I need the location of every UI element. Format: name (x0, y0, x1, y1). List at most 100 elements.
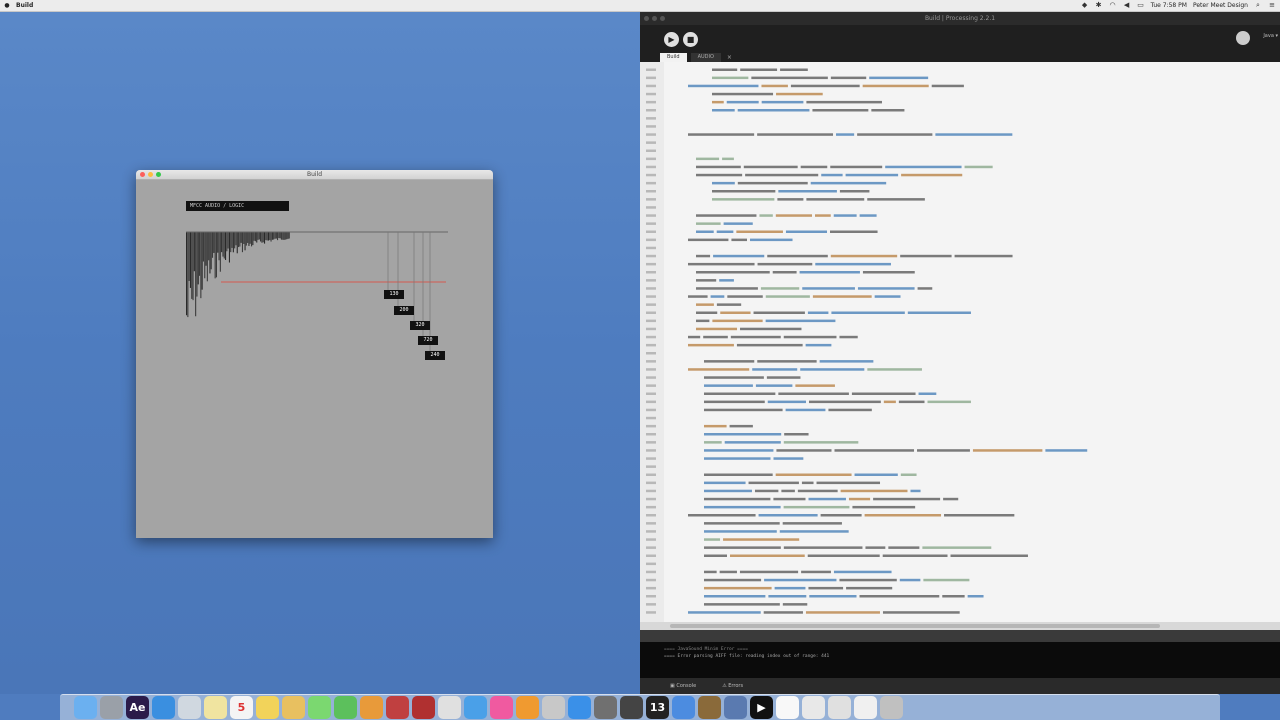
code-editor[interactable] (640, 62, 1280, 622)
close-icon[interactable] (644, 16, 649, 21)
tab-audio[interactable]: AUDIO (690, 53, 721, 62)
photo-booth-icon[interactable] (386, 696, 409, 719)
sketch-titlebar[interactable]: Build (136, 170, 493, 180)
zoom-icon[interactable] (156, 172, 161, 177)
code-token (807, 311, 829, 314)
bluetooth-icon[interactable]: ✱ (1095, 1, 1103, 9)
code-token (927, 400, 971, 404)
dropbox-icon[interactable]: ◆ (1081, 1, 1089, 9)
line-number (646, 522, 656, 525)
finder-icon[interactable] (74, 696, 97, 719)
books-icon[interactable] (360, 696, 383, 719)
code-token (869, 76, 929, 80)
apple-menu-icon[interactable]: ● (2, 2, 12, 9)
play-icon[interactable]: ▶ (750, 696, 773, 719)
notes-icon[interactable] (204, 696, 227, 719)
code-token (704, 441, 722, 444)
line-number (646, 546, 656, 549)
notification-center-icon[interactable]: ≡ (1268, 1, 1276, 9)
code-token (761, 84, 788, 88)
line-number (646, 303, 656, 306)
tab-build[interactable]: Build (660, 53, 687, 62)
minimize-icon[interactable] (652, 16, 657, 21)
safari-icon[interactable] (152, 696, 175, 719)
stickies-icon[interactable] (256, 696, 279, 719)
horizontal-scrollbar[interactable] (640, 622, 1280, 630)
app-menu[interactable]: Build (16, 2, 33, 9)
spectrum-bar (245, 232, 247, 246)
automator-icon[interactable] (542, 696, 565, 719)
spectrum-bar (251, 232, 253, 247)
spectrum-bar (192, 232, 194, 301)
folder-icon[interactable] (802, 696, 825, 719)
mail-icon[interactable] (464, 696, 487, 719)
spectrum-bar (197, 232, 199, 285)
calendar-icon[interactable]: 5 (230, 696, 253, 719)
mode-selector-icon[interactable] (1236, 31, 1250, 45)
calculator-icon[interactable] (620, 696, 643, 719)
13-icon[interactable]: 13 (646, 696, 669, 719)
system-preferences-icon[interactable] (594, 696, 617, 719)
mode-label[interactable]: Java ▾ (1263, 33, 1278, 39)
code-token (737, 109, 810, 112)
chrome-icon[interactable] (438, 696, 461, 719)
code-token (782, 522, 842, 525)
document-icon[interactable] (776, 696, 799, 719)
archive-icon[interactable] (698, 696, 721, 719)
line-number (646, 238, 656, 242)
zoom-icon[interactable] (660, 16, 665, 21)
code-token (731, 238, 748, 242)
puzzle-icon[interactable] (412, 696, 435, 719)
chrome2-icon[interactable] (672, 696, 695, 719)
spectrum-bar (193, 232, 195, 272)
stop-button[interactable]: ■ (683, 32, 698, 47)
ibooks-icon[interactable] (516, 696, 539, 719)
editor-titlebar[interactable]: Build | Processing 2.2.1 (640, 12, 1280, 25)
messages-icon[interactable] (308, 696, 331, 719)
preview-icon[interactable] (178, 696, 201, 719)
spectrum-bar (252, 232, 254, 246)
after-effects-icon[interactable]: Ae (126, 696, 149, 719)
code-token (767, 254, 828, 258)
itunes-icon[interactable] (490, 696, 513, 719)
spectrum-bar (226, 232, 228, 252)
code-token (704, 546, 781, 549)
code-token (719, 279, 734, 282)
code-token (942, 595, 965, 598)
line-number (646, 84, 656, 88)
document2-icon[interactable] (828, 696, 851, 719)
clock[interactable]: Tue 7:58 PM (1151, 2, 1187, 9)
photos-icon[interactable] (282, 696, 305, 719)
close-icon[interactable] (140, 172, 145, 177)
run-button[interactable]: ▶ (664, 32, 679, 47)
minimize-icon[interactable] (148, 172, 153, 177)
wifi-icon[interactable]: ◠ (1109, 1, 1117, 9)
user-name[interactable]: Peter Meet Design (1193, 2, 1248, 9)
trash-icon[interactable] (880, 696, 903, 719)
tab-console[interactable]: ▣ Console (670, 683, 696, 689)
scroll-thumb[interactable] (670, 624, 1160, 628)
line-number (646, 254, 656, 258)
spectrum-bar (196, 232, 198, 297)
network-icon[interactable] (724, 696, 747, 719)
line-number (646, 586, 656, 590)
code-token (713, 254, 765, 258)
code-token (833, 570, 892, 574)
tab-errors[interactable]: ⚠ Errors (722, 683, 743, 689)
editor-window[interactable]: Build | Processing 2.2.1 ▶ ■ Java ▾ Buil… (640, 12, 1280, 694)
code-token (722, 157, 734, 161)
facetime-icon[interactable] (334, 696, 357, 719)
console-divider[interactable] (640, 630, 1280, 642)
line-number (646, 392, 656, 395)
tab-audio-label: AUDIO (697, 54, 714, 60)
line-number (646, 457, 656, 460)
spectrum-bar (278, 232, 280, 239)
document3-icon[interactable] (854, 696, 877, 719)
battery-icon[interactable]: ▭ (1137, 1, 1145, 9)
close-tab-icon[interactable]: × (727, 53, 732, 62)
sketch-window[interactable]: Build MFCC AUDIO / LOGIC 130 200 320 720… (136, 170, 493, 538)
spotlight-icon[interactable]: ⌕ (1254, 1, 1262, 9)
app-store-icon[interactable] (568, 696, 591, 719)
volume-icon[interactable]: ◀ (1123, 1, 1131, 9)
launchpad-icon[interactable] (100, 696, 123, 719)
